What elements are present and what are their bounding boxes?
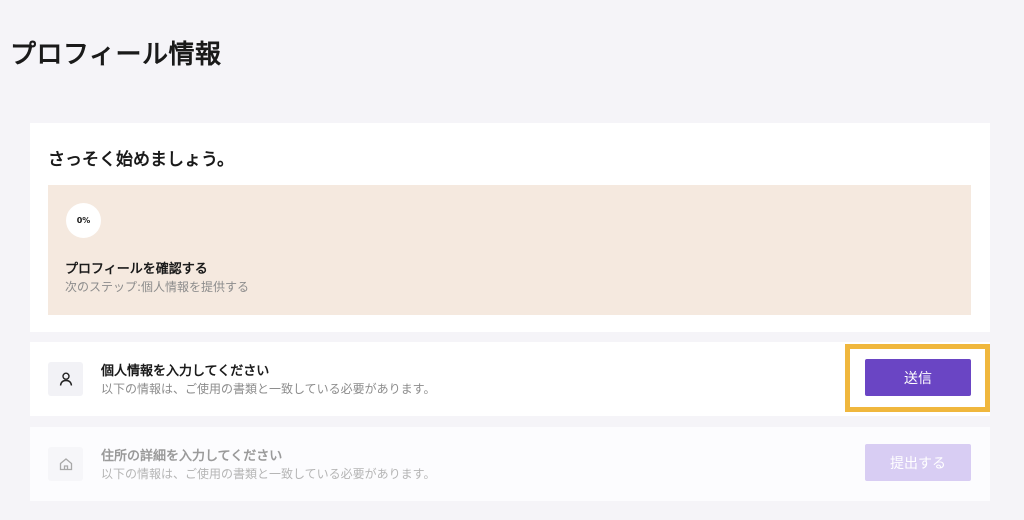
step-title: 住所の詳細を入力してください — [101, 449, 283, 464]
step-address-details: 住所の詳細を入力してください 以下の情報は、ご使用の書類と一致している必要があり… — [30, 427, 990, 501]
getting-started-card: さっそく始めましょう。 0% プロフィールを確認する 次のステップ:個人情報を提… — [30, 123, 990, 332]
submit-personal-info-button[interactable]: 送信 — [865, 359, 971, 396]
step-title: 個人情報を入力してください — [101, 364, 270, 379]
step-description: 以下の情報は、ご使用の書類と一致している必要があります。 — [101, 382, 436, 396]
progress-indicator: 0% — [66, 203, 101, 238]
step-description: 以下の情報は、ご使用の書類と一致している必要があります。 — [101, 467, 436, 481]
progress-panel: 0% プロフィールを確認する 次のステップ:個人情報を提供する — [48, 185, 971, 315]
submit-address-button[interactable]: 提出する — [865, 444, 971, 481]
card-heading: さっそく始めましょう。 — [48, 150, 234, 170]
person-icon — [48, 362, 83, 396]
progress-next-step: 次のステップ:個人情報を提供する — [65, 280, 250, 294]
home-icon — [48, 447, 83, 481]
page-title: プロフィール情報 — [10, 40, 222, 70]
progress-title: プロフィールを確認する — [65, 262, 208, 277]
